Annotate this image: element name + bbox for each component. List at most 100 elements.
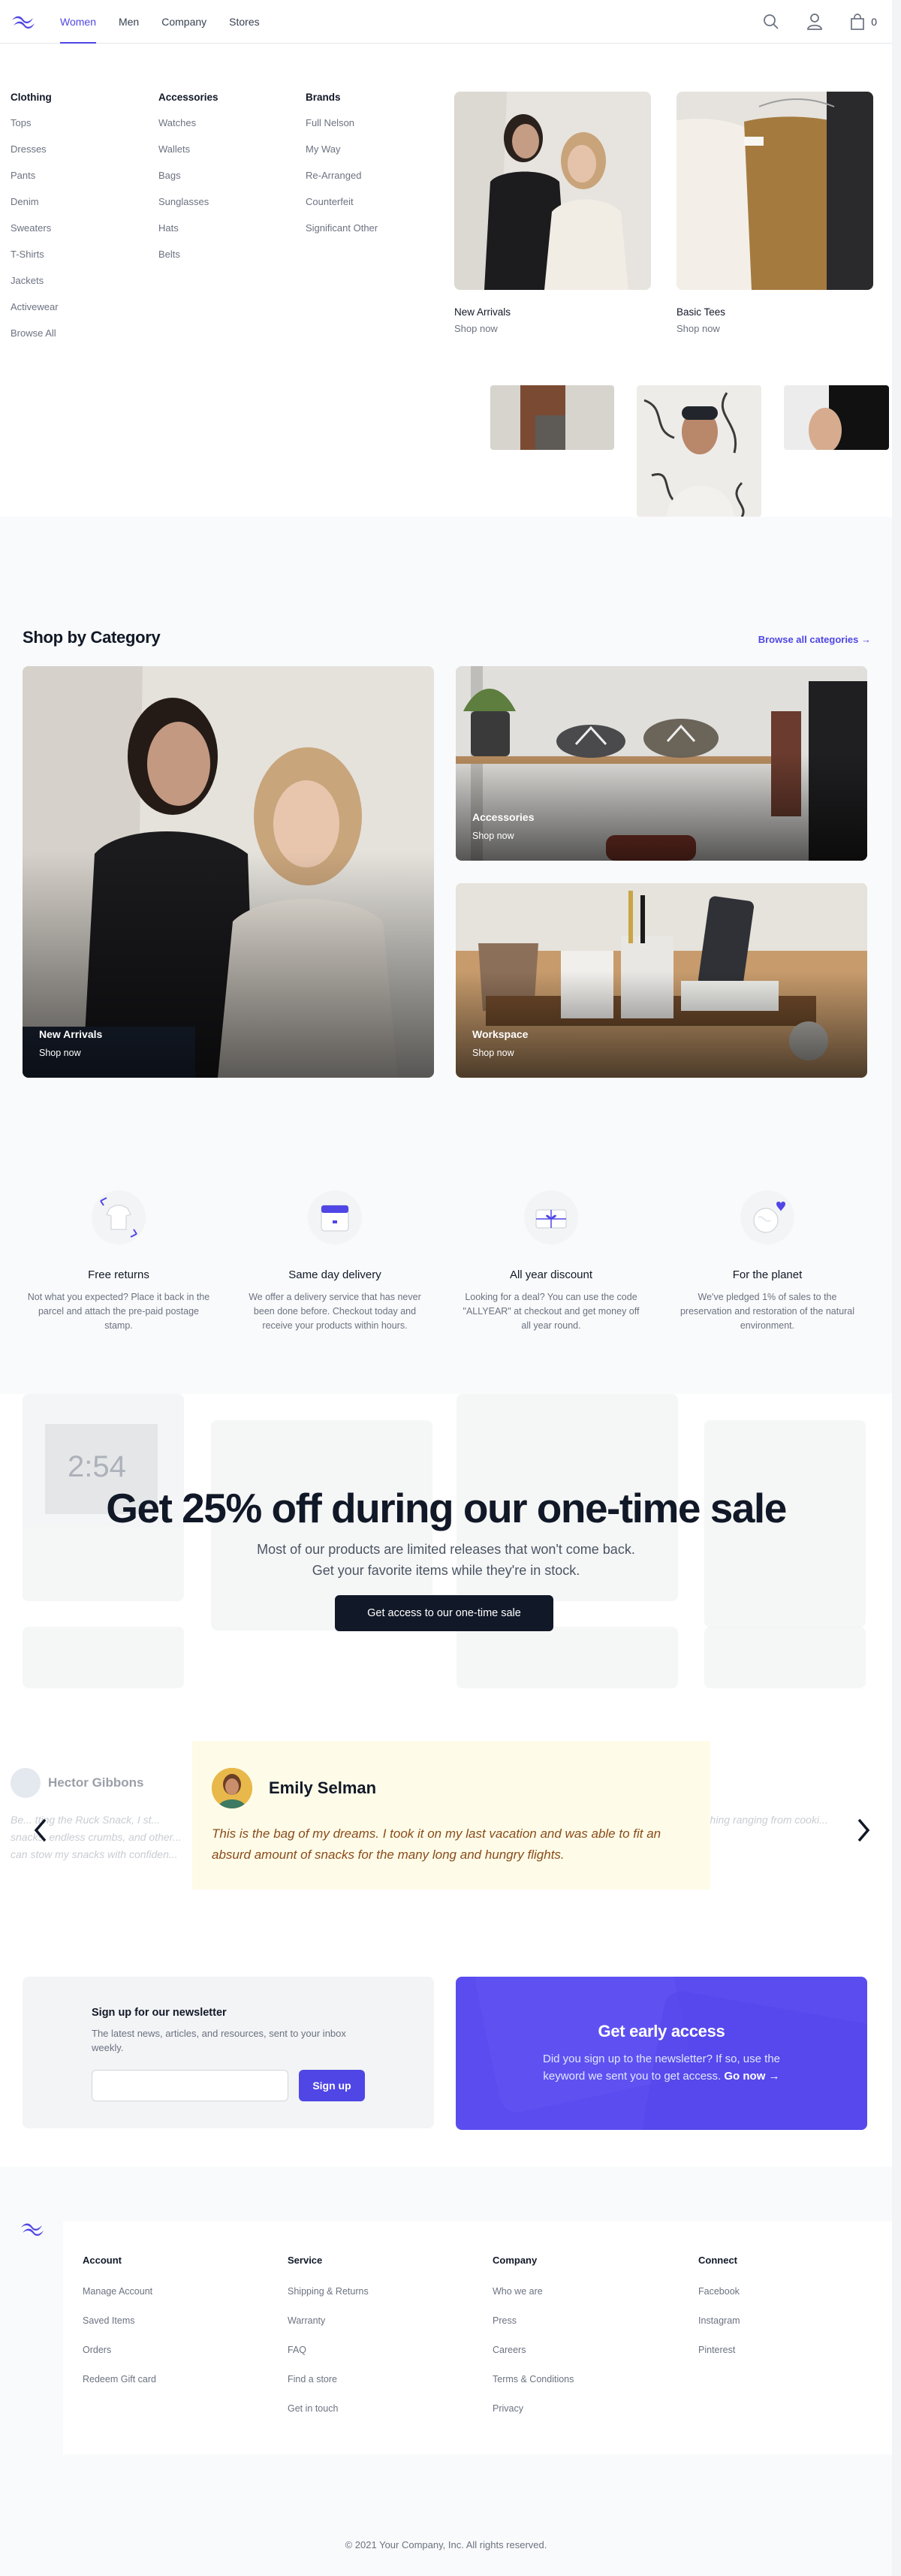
footer-link[interactable]: Shipping & Returns [288, 2285, 438, 2298]
cart-button[interactable]: 0 [850, 14, 877, 30]
menu-item[interactable]: Full Nelson [306, 116, 433, 129]
featured-name[interactable]: Basic Tees [677, 306, 873, 318]
category-cta[interactable]: Shop now [472, 831, 514, 841]
avatar [212, 1768, 252, 1808]
menu-item[interactable]: Sunglasses [158, 195, 286, 208]
sale-title: Get 25% off during our one-time sale [106, 1485, 787, 1531]
carousel-prev-button[interactable] [30, 1817, 51, 1844]
category-card-workspace[interactable]: Workspace Shop now [456, 883, 867, 1078]
search-icon[interactable] [763, 14, 779, 30]
logo-icon[interactable] [11, 14, 36, 30]
footer-link[interactable]: Who we are [493, 2285, 643, 2298]
nav-link-company[interactable]: Company [161, 0, 206, 44]
footer-link[interactable]: Facebook [698, 2285, 848, 2298]
footer-column-title: Connect [698, 2255, 737, 2266]
menu-item[interactable]: Sweaters [11, 222, 138, 234]
menu-item[interactable]: Browse All [11, 327, 138, 339]
footer-column-title: Company [493, 2255, 538, 2266]
footer-link[interactable]: Warranty [288, 2315, 438, 2327]
testimonial-author-side: Hector Gibbons [11, 1768, 144, 1798]
footer-column-connect: Connect Facebook Instagram Pinterest [698, 2255, 848, 2373]
perk-text: Not what you expected? Place it back in … [27, 1292, 210, 1331]
shopping-bag-icon [851, 14, 865, 30]
menu-column-title: Clothing [11, 92, 52, 103]
early-access-card: Get early access Did you sign up to the … [456, 1977, 867, 2130]
menu-item[interactable]: Pants [11, 169, 138, 182]
menu-item[interactable]: Activewear [11, 300, 138, 313]
newsletter-text: The latest news, articles, and resources… [92, 2028, 346, 2053]
menu-item[interactable]: Jackets [11, 274, 138, 287]
footer-link[interactable]: FAQ [288, 2344, 438, 2357]
footer-column-title: Service [288, 2255, 323, 2266]
category-cta[interactable]: Shop now [472, 1048, 514, 1058]
category-cta[interactable]: Shop now [39, 1048, 81, 1058]
menu-item[interactable]: Counterfeit [306, 195, 433, 208]
perk-same-day-delivery: Same day delivery We offer a delivery se… [239, 1190, 431, 1333]
hero-collage-image [784, 385, 889, 450]
footer-link[interactable]: Pinterest [698, 2344, 848, 2357]
testimonial-card-active: Emily Selman This is the bag of my dream… [192, 1741, 710, 1890]
featured-new-arrivals[interactable]: New Arrivals Shop now [454, 92, 651, 334]
footer-link[interactable]: Orders [83, 2344, 233, 2357]
sale-background-image [704, 1627, 866, 1688]
women-flyout-menu: Clothing Tops Dresses Pants Denim Sweate… [0, 44, 892, 517]
featured-name[interactable]: New Arrivals [454, 306, 651, 318]
category-card-accessories[interactable]: Accessories Shop now [456, 666, 867, 861]
sale-access-button[interactable]: Get access to our one-time sale [335, 1595, 553, 1631]
footer-link[interactable]: Privacy [493, 2403, 643, 2415]
nav-link-men[interactable]: Men [119, 0, 139, 44]
featured-cta[interactable]: Shop now [454, 323, 651, 334]
perk-title: Same day delivery [288, 1268, 381, 1281]
menu-item[interactable]: Bags [158, 169, 286, 182]
nav-link-women[interactable]: Women [60, 0, 96, 44]
menu-item[interactable]: Watches [158, 116, 286, 129]
menu-item[interactable]: Hats [158, 222, 286, 234]
menu-item[interactable]: Belts [158, 248, 286, 261]
hero-collage-image [637, 385, 761, 517]
footer-link[interactable]: Terms & Conditions [493, 2373, 643, 2386]
testimonials-carousel: Hector Gibbons Be... tting the Ruck Snac… [0, 1688, 892, 1906]
footer-link[interactable]: Manage Account [83, 2285, 233, 2298]
testimonial-author: Emily Selman [269, 1778, 377, 1797]
footer-link[interactable]: Redeem Gift card [83, 2373, 233, 2386]
footer-column-title: Account [83, 2255, 122, 2266]
newsletter-signup-button[interactable]: Sign up [299, 2070, 365, 2101]
menu-item[interactable]: Tops [11, 116, 138, 129]
footer-link[interactable]: Instagram [698, 2315, 848, 2327]
testimonial-quote-side: ...thing ranging from cooki... [698, 1814, 828, 1826]
early-access-text: Did you sign up to the newsletter? If so… [542, 2053, 781, 2083]
perk-title: For the planet [732, 1268, 803, 1281]
browse-all-categories-link[interactable]: Browse all categories → [758, 634, 871, 645]
carousel-next-button[interactable] [853, 1817, 874, 1844]
newsletter-email-input[interactable] [92, 2070, 288, 2101]
footer-link[interactable]: Press [493, 2315, 643, 2327]
menu-item[interactable]: Wallets [158, 143, 286, 155]
footer-link[interactable]: Saved Items [83, 2315, 233, 2327]
perk-free-returns: Free returns Not what you expected? Plac… [23, 1190, 215, 1333]
menu-item[interactable]: Dresses [11, 143, 138, 155]
footer-link[interactable]: Get in touch [288, 2403, 438, 2415]
footer-logo-icon[interactable] [20, 2221, 45, 2237]
footer-link[interactable]: Find a store [288, 2373, 438, 2386]
category-card-new-arrivals[interactable]: New Arrivals Shop now [23, 666, 434, 1078]
early-access-title: Get early access [598, 2022, 725, 2041]
menu-item[interactable]: Significant Other [306, 222, 433, 234]
perk-text: We've pledged 1% of sales to the preserv… [680, 1292, 855, 1331]
menu-item[interactable]: My Way [306, 143, 433, 155]
nav-link-stores[interactable]: Stores [229, 0, 259, 44]
new-arrivals-image [454, 92, 651, 290]
copyright: © 2021 Your Company, Inc. All rights res… [345, 2539, 547, 2550]
featured-basic-tees[interactable]: Basic Tees Shop now [677, 92, 873, 334]
sale-background-image [457, 1627, 678, 1688]
user-icon[interactable] [806, 13, 823, 31]
menu-item[interactable]: T-Shirts [11, 248, 138, 261]
footer-link[interactable]: Careers [493, 2344, 643, 2357]
menu-item[interactable]: Denim [11, 195, 138, 208]
avatar [11, 1768, 41, 1798]
featured-cta[interactable]: Shop now [677, 323, 873, 334]
calendar-icon [308, 1190, 362, 1244]
basic-tees-image [677, 92, 873, 290]
sale-background-image [23, 1627, 184, 1688]
menu-item[interactable]: Re-Arranged [306, 169, 433, 182]
early-access-link[interactable]: Go now → [724, 2070, 779, 2083]
